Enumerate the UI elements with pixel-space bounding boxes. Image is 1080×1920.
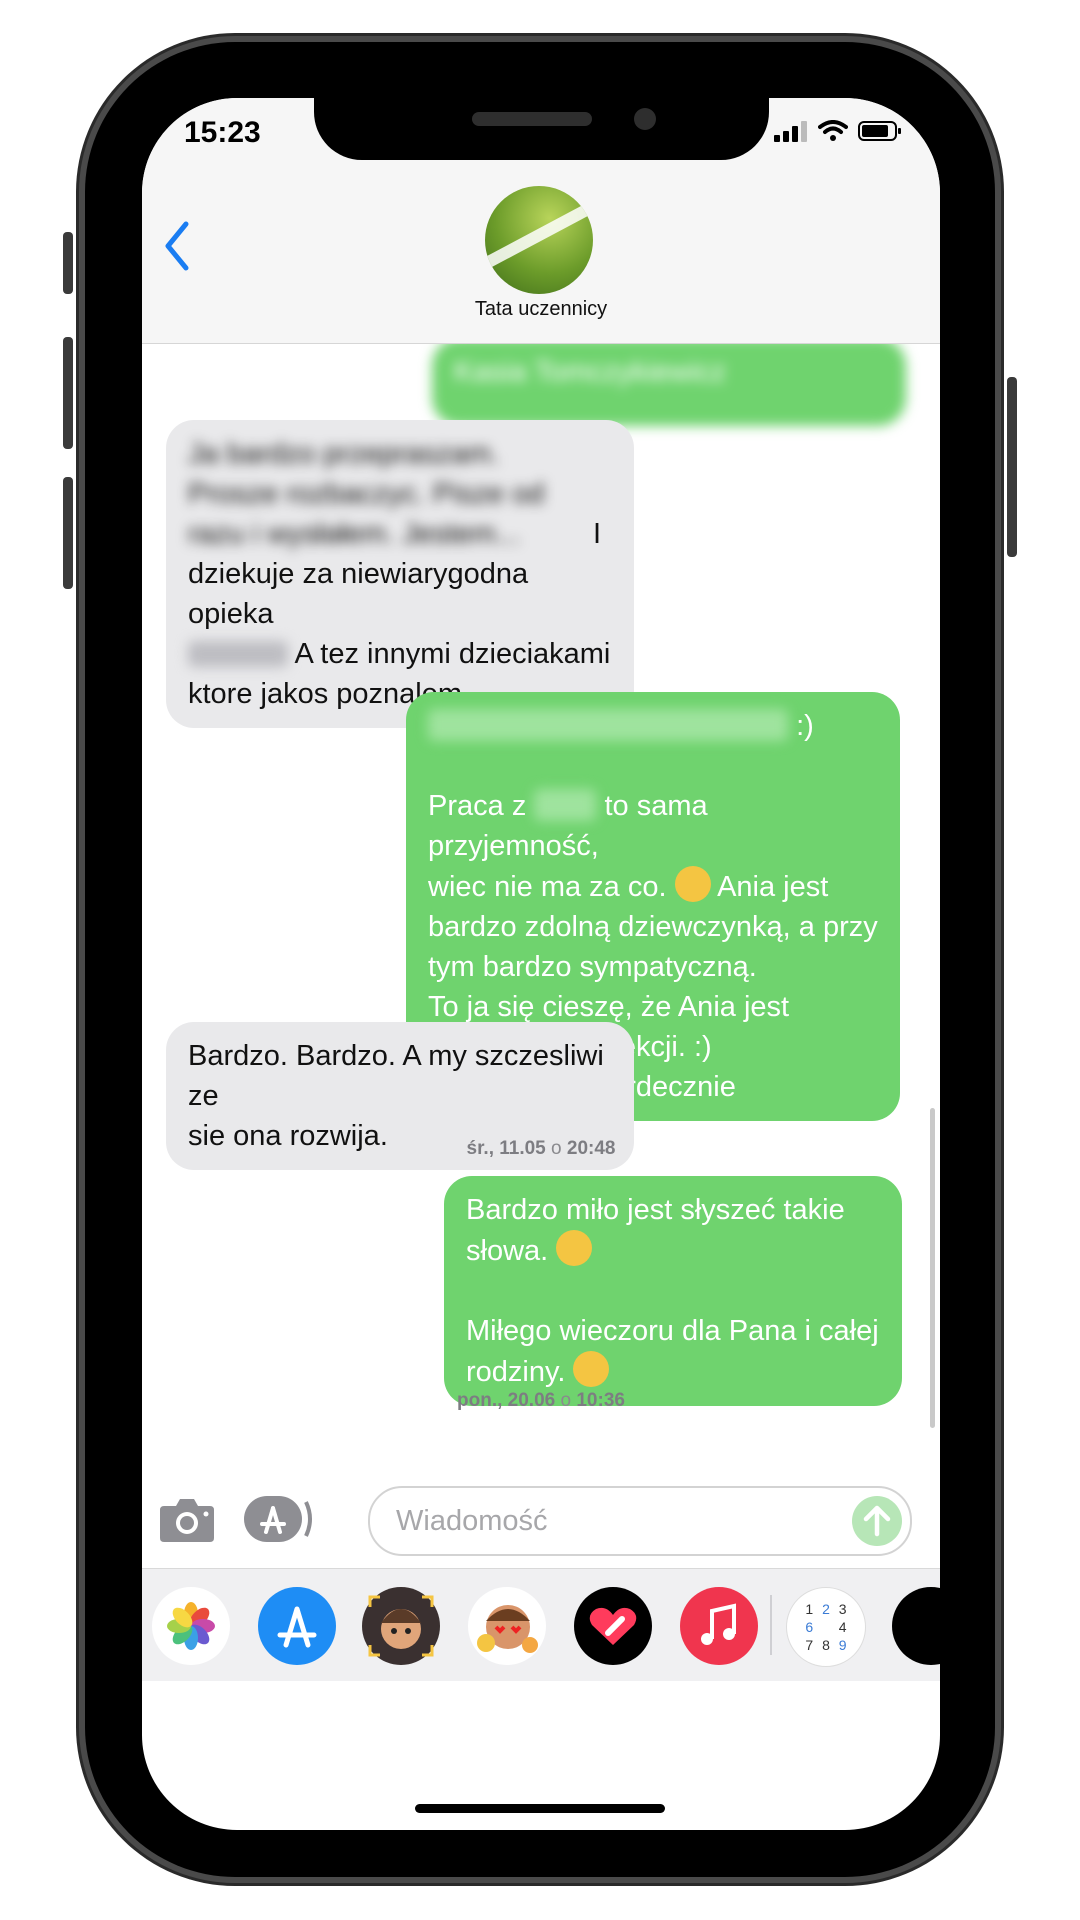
power-button bbox=[1007, 377, 1017, 557]
redacted-text bbox=[428, 709, 788, 741]
message-text: dziekuje za niewiarygodna opieka bbox=[188, 558, 537, 630]
avatar[interactable] bbox=[485, 186, 593, 294]
message-bubble-incoming[interactable]: Ja bardzo przepraszam. Prosze rozbaczyc.… bbox=[166, 420, 634, 728]
message-field[interactable] bbox=[394, 1500, 838, 1542]
battery-icon bbox=[858, 121, 901, 141]
timestamp: śr., 11.05 o 20:48 bbox=[466, 1138, 616, 1159]
message-bubble-outgoing[interactable]: Bardzo miło jest słyszeć takie słowa. Mi… bbox=[444, 1176, 902, 1406]
message-text-blurred: Ja bardzo przepraszam. Prosze rozbaczyc.… bbox=[188, 438, 553, 550]
sudoku-digit: 3 bbox=[838, 1601, 847, 1617]
smiling-face-emoji-icon bbox=[674, 866, 711, 902]
scrollbar[interactable] bbox=[930, 1108, 935, 1428]
sudoku-digit: 4 bbox=[838, 1619, 847, 1635]
message-bubble-outgoing[interactable]: Kasia Tomczykiewicz bbox=[432, 338, 906, 426]
camera-icon[interactable] bbox=[158, 1494, 216, 1544]
message-text: Miłego wieczoru dla Pana i całej rodziny… bbox=[466, 1315, 879, 1388]
sudoku-digit: 9 bbox=[838, 1637, 847, 1653]
volume-down-button bbox=[63, 477, 73, 589]
imessage-app-drawer: 123 6 4 789 bbox=[142, 1568, 940, 1681]
status-time: 15:23 bbox=[184, 116, 261, 149]
message-text: Bardzo. Bardzo. A my szczesliwi ze sie o… bbox=[188, 1040, 604, 1152]
cellular-signal-icon bbox=[774, 121, 807, 142]
status-icons bbox=[774, 120, 902, 142]
wifi-icon bbox=[818, 120, 848, 141]
phone-screen: Kasia Tomczykiewicz Ja bardzo przeprasza… bbox=[142, 98, 940, 1830]
redacted-name bbox=[188, 641, 288, 667]
smiling-face-emoji-icon bbox=[573, 1351, 610, 1387]
chevron-left-icon[interactable] bbox=[156, 216, 200, 276]
sudoku-digit: 6 bbox=[805, 1619, 814, 1635]
message-text: :) bbox=[796, 710, 814, 742]
sudoku-digit: 7 bbox=[805, 1637, 814, 1653]
app-store-icon[interactable] bbox=[258, 1587, 336, 1665]
mute-switch bbox=[63, 232, 73, 294]
message-text: I bbox=[593, 518, 602, 550]
memoji-icon[interactable] bbox=[362, 1587, 440, 1665]
home-indicator[interactable] bbox=[415, 1804, 665, 1813]
divider bbox=[770, 1595, 772, 1655]
notch bbox=[314, 98, 769, 160]
message-text: Bardzo miło jest słyszeć takie słowa. bbox=[466, 1194, 845, 1267]
memoji-stickers-icon[interactable] bbox=[468, 1587, 546, 1665]
sudoku-icon[interactable]: 123 6 4 789 bbox=[786, 1587, 866, 1667]
timestamp: pon., 20.06 o 10:36 bbox=[457, 1390, 625, 1411]
contact-name[interactable]: Tata uczennicy bbox=[142, 298, 940, 321]
sudoku-digit: 8 bbox=[822, 1637, 830, 1653]
more-apps-icon[interactable] bbox=[892, 1587, 940, 1665]
message-text: Praca z bbox=[428, 790, 527, 822]
sudoku-digit: 2 bbox=[822, 1601, 830, 1617]
smiling-face-emoji-icon bbox=[556, 1230, 593, 1266]
volume-up-button bbox=[63, 337, 73, 449]
redacted-name bbox=[534, 789, 597, 821]
message-text: Kasia Tomczykiewicz bbox=[454, 356, 726, 388]
message-input[interactable] bbox=[368, 1486, 912, 1556]
digital-touch-icon[interactable] bbox=[574, 1587, 652, 1665]
photos-icon[interactable] bbox=[152, 1587, 230, 1665]
app-store-icon[interactable] bbox=[242, 1494, 314, 1544]
sudoku-digit: 1 bbox=[805, 1601, 814, 1617]
music-icon[interactable] bbox=[680, 1587, 758, 1665]
message-text: A tez innymi dzieciakami bbox=[294, 638, 611, 670]
message-text: wiec nie ma za co. bbox=[428, 871, 667, 903]
send-arrow-icon[interactable] bbox=[852, 1496, 902, 1546]
